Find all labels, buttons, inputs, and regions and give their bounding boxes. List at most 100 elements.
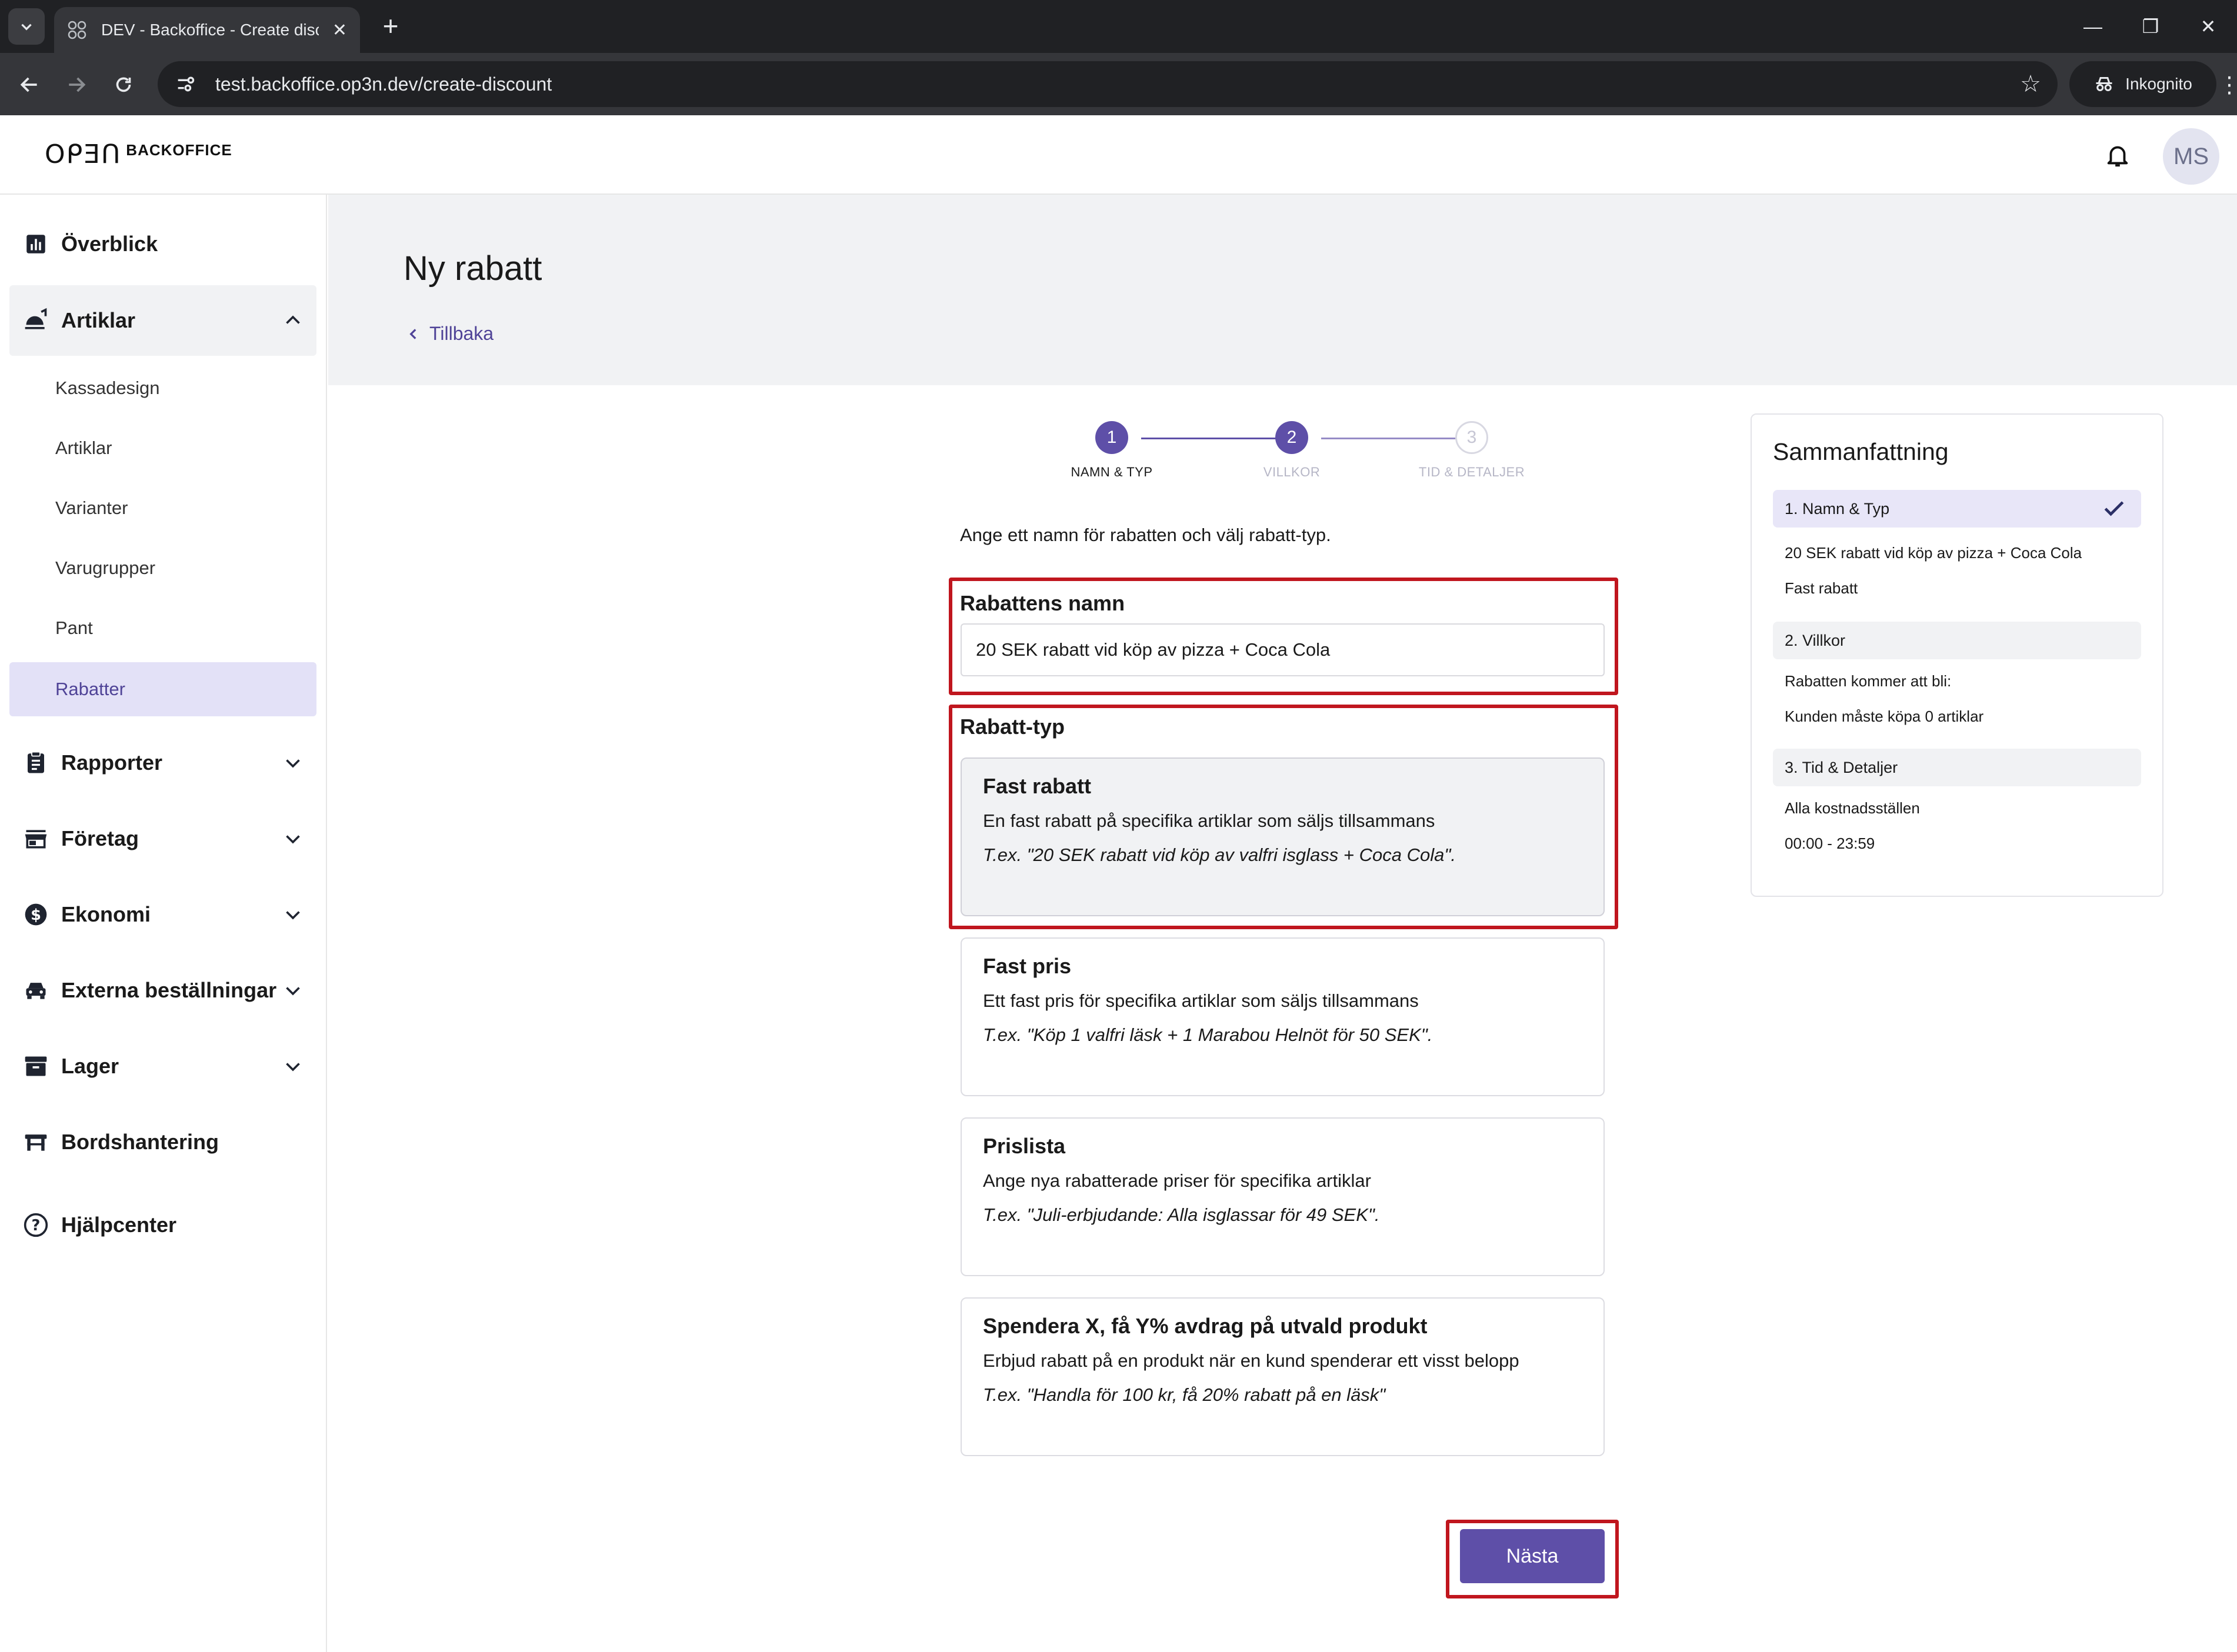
option-example: T.ex. "20 SEK rabatt vid köp av valfri i… — [983, 845, 1456, 865]
sidebar-item-label: Externa beställningar — [61, 978, 277, 1002]
tab-search-button[interactable] — [8, 8, 45, 45]
address-bar[interactable]: test.backoffice.op3n.dev/create-discount… — [158, 61, 2058, 107]
option-description: Ange nya rabatterade priser för specifik… — [983, 1170, 1371, 1191]
sidebar-item-label: Överblick — [61, 232, 158, 256]
car-icon — [22, 977, 49, 1004]
step-instructions: Ange ett namn för rabatten och välj raba… — [960, 525, 1331, 545]
option-title: Spendera X, få Y% avdrag på utvald produ… — [983, 1314, 1428, 1338]
summary-line: Rabatten kommer att bli: — [1785, 672, 1952, 690]
sidebar-subitem-varianter[interactable]: Varianter — [9, 481, 316, 535]
new-tab-button[interactable]: + — [374, 9, 407, 42]
help-circle-icon: ? — [22, 1212, 49, 1239]
sidebar-item-lager[interactable]: Lager — [9, 1031, 316, 1102]
window-controls: — ❐ ✕ — [2064, 0, 2237, 53]
step-tid-detaljer[interactable]: 3 TID & DETALJER — [1395, 421, 1548, 480]
incognito-indicator[interactable]: Inkognito — [2069, 61, 2216, 107]
step-number: 2 — [1275, 421, 1308, 454]
food-tray-icon — [22, 307, 49, 334]
option-example: T.ex. "Juli-erbjudande: Alla isglassar f… — [983, 1204, 1380, 1225]
window-close-icon[interactable]: ✕ — [2179, 0, 2237, 53]
summary-section-tid-detaljer: 3. Tid & Detaljer — [1773, 749, 2141, 786]
summary-title: Sammanfattning — [1773, 438, 1949, 465]
option-description: Erbjud rabatt på en produkt när en kund … — [983, 1350, 1519, 1371]
sidebar-item-artiklar[interactable]: Artiklar — [9, 285, 316, 356]
tab-title: DEV - Backoffice - Create disco — [101, 21, 319, 39]
archive-box-icon — [22, 1053, 49, 1080]
incognito-icon — [2096, 77, 2112, 91]
next-button[interactable]: Nästa — [1460, 1529, 1605, 1583]
step-number: 3 — [1455, 421, 1488, 454]
step-number: 1 — [1095, 421, 1128, 454]
sidebar-item-label: Rapporter — [61, 750, 163, 775]
bookmark-star-icon[interactable]: ☆ — [2020, 71, 2041, 98]
dollar-circle-icon: $ — [22, 901, 49, 928]
sidebar-subitem-kassadesign[interactable]: Kassadesign — [9, 361, 316, 415]
sidebar-item-bordshantering[interactable]: Bordshantering — [9, 1107, 316, 1177]
sidebar-item-label: Lager — [61, 1054, 119, 1078]
incognito-label: Inkognito — [2125, 75, 2192, 93]
summary-section-namn-typ: 1. Namn & Typ — [1773, 490, 2141, 528]
option-example: T.ex. "Köp 1 valfri läsk + 1 Marabou Hel… — [983, 1024, 1433, 1045]
sidebar-item-ekonomi[interactable]: $ Ekonomi — [9, 879, 316, 950]
step-label: VILLKOR — [1263, 465, 1321, 479]
page-header: Ny rabatt Tillbaka — [328, 195, 2237, 385]
back-link[interactable]: Tillbaka — [406, 323, 494, 345]
sidebar-item-externa-bestallningar[interactable]: Externa beställningar — [9, 955, 316, 1026]
sidebar-item-overblick[interactable]: Överblick — [9, 209, 316, 279]
sidebar-subitem-rabatter[interactable]: Rabatter — [9, 662, 316, 716]
back-link-label: Tillbaka — [429, 323, 494, 344]
notification-bell-icon[interactable] — [2101, 139, 2134, 172]
site-info-icon[interactable] — [174, 72, 198, 96]
back-arrow-icon[interactable] — [12, 67, 47, 102]
step-villkor[interactable]: 2 VILLKOR — [1215, 421, 1368, 480]
summary-line: 00:00 - 23:59 — [1785, 835, 1875, 852]
browser-tab-bar: DEV - Backoffice - Create disco ✕ + — ❐ … — [0, 0, 2237, 53]
clipboard-icon — [22, 749, 49, 776]
forward-arrow-icon[interactable] — [59, 67, 94, 102]
logo-text: BACKOFFICE — [126, 141, 232, 159]
tab-close-icon[interactable]: ✕ — [332, 20, 347, 41]
discount-type-option-spendera[interactable]: Spendera X, få Y% avdrag på utvald produ… — [961, 1297, 1605, 1456]
option-title: Prislista — [983, 1134, 1066, 1158]
summary-line: Kunden måste köpa 0 artiklar — [1785, 707, 1984, 725]
sidebar: Överblick Artiklar Kassadesign Artiklar … — [0, 195, 327, 1652]
sidebar-item-label: Artiklar — [61, 308, 136, 332]
app-header: OᑭƎᑎ BACKOFFICE MS — [0, 115, 2237, 195]
discount-type-option-fast-pris[interactable]: Fast pris Ett fast pris för specifika ar… — [961, 937, 1605, 1096]
browser-toolbar: test.backoffice.op3n.dev/create-discount… — [0, 53, 2237, 115]
url-text: test.backoffice.op3n.dev/create-discount — [215, 73, 552, 95]
option-title: Fast rabatt — [983, 774, 1092, 798]
step-namn-typ[interactable]: 1 NAMN & TYP — [1035, 421, 1188, 480]
summary-panel: Sammanfattning 1. Namn & Typ 20 SEK raba… — [1751, 413, 2163, 897]
browser-tab[interactable]: DEV - Backoffice - Create disco ✕ — [54, 7, 360, 53]
restore-icon[interactable]: ❐ — [2122, 0, 2179, 53]
chevron-down-icon — [286, 759, 300, 768]
site-favicon-icon — [67, 20, 87, 40]
brand-logo[interactable]: OᑭƎᑎ BACKOFFICE — [45, 136, 232, 172]
chevron-down-icon — [286, 835, 300, 844]
sidebar-item-label: Företag — [61, 826, 139, 850]
chevron-down-icon — [286, 1063, 300, 1072]
sidebar-subitem-pant[interactable]: Pant — [9, 601, 316, 655]
option-example: T.ex. "Handla för 100 kr, få 20% rabatt … — [983, 1384, 1386, 1405]
chevron-down-icon — [286, 911, 300, 920]
option-description: En fast rabatt på specifika artiklar som… — [983, 810, 1435, 831]
bar-chart-icon — [22, 231, 49, 258]
user-avatar[interactable]: MS — [2163, 128, 2219, 185]
logo-mark: OᑭƎᑎ — [45, 139, 122, 169]
minimize-icon[interactable]: — — [2064, 0, 2122, 53]
sidebar-subitem-varugrupper[interactable]: Varugrupper — [9, 541, 316, 595]
summary-section-heading: 1. Namn & Typ — [1785, 499, 1890, 518]
sidebar-item-rapporter[interactable]: Rapporter — [9, 727, 316, 798]
discount-type-option-fast-rabatt[interactable]: Fast rabatt En fast rabatt på specifika … — [961, 757, 1605, 916]
reload-icon[interactable] — [106, 67, 141, 102]
checkmark-icon — [2104, 501, 2124, 516]
sidebar-item-foretag[interactable]: Företag — [9, 803, 316, 874]
sidebar-item-hjalpcenter[interactable]: ? Hjälpcenter — [9, 1190, 316, 1260]
wizard-stepper: 1 NAMN & TYP 2 VILLKOR 3 TID & DETALJER — [1035, 421, 1565, 492]
option-description: Ett fast pris för specifika artiklar som… — [983, 990, 1419, 1011]
browser-menu-icon[interactable]: ⋮ — [2218, 67, 2237, 102]
discount-type-option-prislista[interactable]: Prislista Ange nya rabatterade priser fö… — [961, 1117, 1605, 1276]
sidebar-subitem-artiklar[interactable]: Artiklar — [9, 421, 316, 475]
discount-name-input[interactable]: 20 SEK rabatt vid köp av pizza + Coca Co… — [961, 623, 1605, 676]
